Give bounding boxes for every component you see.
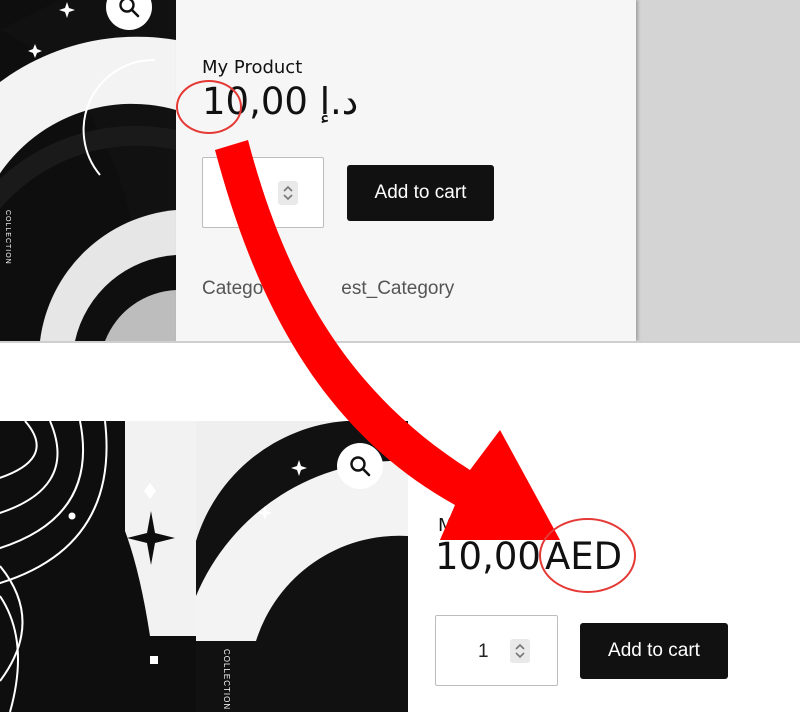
quantity-value: 1 <box>478 641 489 662</box>
price-amount: 10,00 <box>435 535 541 578</box>
quantity-spinner[interactable] <box>278 181 298 205</box>
quantity-spinner[interactable] <box>510 639 530 663</box>
product-category: Catego est_Category <box>202 278 454 300</box>
zoom-button[interactable] <box>337 443 383 489</box>
spinner-arrows-icon <box>283 185 293 201</box>
quantity-input[interactable] <box>202 157 324 228</box>
svg-text:COLLECTION: COLLECTION <box>4 210 11 265</box>
annotation-circle <box>539 518 636 593</box>
currency-symbol: د.إ <box>319 80 359 123</box>
spinner-arrows-icon <box>515 643 525 659</box>
product-image[interactable]: COLLECTION <box>0 0 176 341</box>
before-screenshot: COLLECTION My Product د.إ 10,00 Add to c… <box>0 0 800 341</box>
annotation-circle <box>176 80 242 134</box>
gallery-thumbnail[interactable] <box>0 421 196 712</box>
search-icon <box>119 0 140 18</box>
svg-text:COLLECTION: COLLECTION <box>222 649 231 710</box>
main-product-image[interactable]: COLLECTION <box>196 421 408 712</box>
product-title: My Product <box>202 57 303 78</box>
product-title: My Product <box>438 515 539 536</box>
add-to-cart-button[interactable]: Add to cart <box>347 165 494 221</box>
thumbnail-artwork <box>0 421 196 712</box>
search-icon <box>350 456 371 477</box>
category-label: Catego <box>202 278 264 299</box>
after-screenshot: COLLECTION My Product 10,00 AED 1 Add to … <box>0 343 800 712</box>
category-link[interactable]: est_Category <box>341 278 454 299</box>
quantity-input[interactable]: 1 <box>435 615 558 686</box>
add-to-cart-button[interactable]: Add to cart <box>580 623 728 679</box>
product-summary: My Product د.إ 10,00 Add to cart Catego e… <box>176 0 636 341</box>
product-artwork: COLLECTION <box>0 0 176 341</box>
